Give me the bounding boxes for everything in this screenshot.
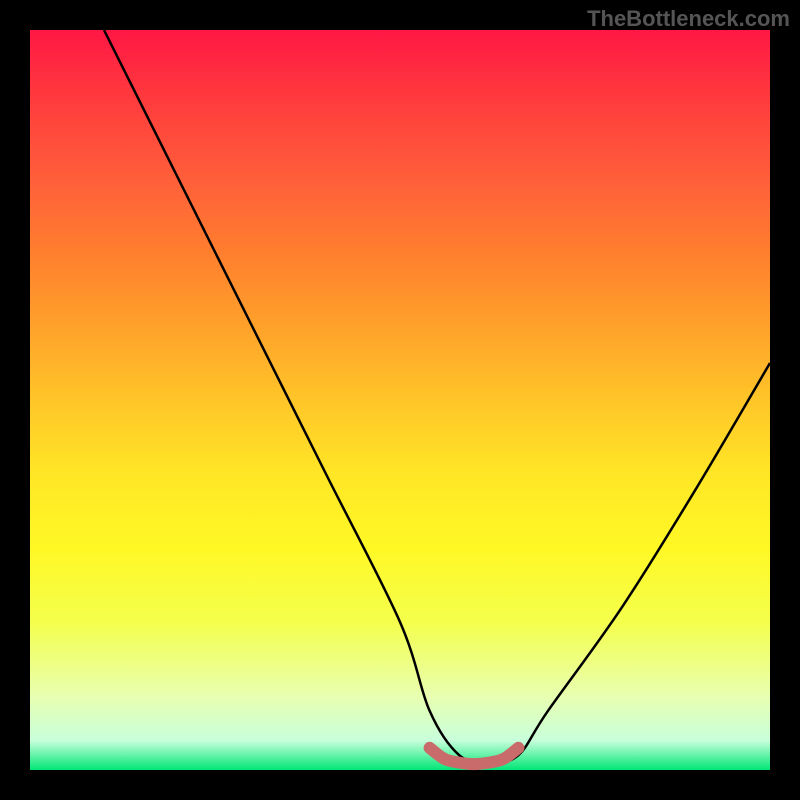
chart-plot-area — [30, 30, 770, 770]
watermark-text: TheBottleneck.com — [587, 6, 790, 32]
bottom-marker-segment — [430, 748, 519, 764]
main-curve-line — [104, 30, 770, 763]
chart-svg — [30, 30, 770, 770]
